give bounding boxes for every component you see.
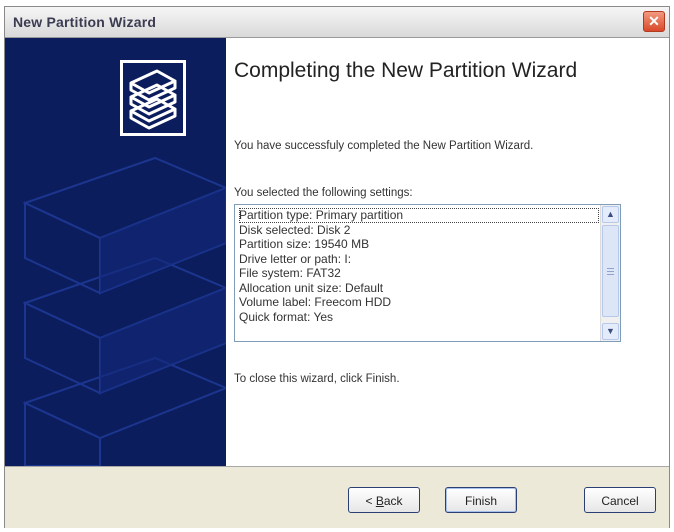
settings-list: Partition type: Primary partition Disk s…: [239, 208, 599, 324]
chevron-up-icon: ▲: [606, 209, 615, 219]
cancel-button[interactable]: Cancel: [584, 487, 656, 513]
grip-line: [607, 268, 614, 269]
grip-line: [607, 274, 614, 275]
vertical-scrollbar[interactable]: ▲ ▼: [600, 205, 620, 341]
scroll-thumb[interactable]: [602, 225, 619, 317]
list-item[interactable]: File system: FAT32: [239, 266, 599, 281]
settings-label: You selected the following settings:: [234, 187, 413, 199]
settings-listbox[interactable]: Partition type: Primary partition Disk s…: [234, 204, 621, 342]
chevron-down-icon: ▼: [606, 326, 615, 336]
page-title: Completing the New Partition Wizard: [234, 59, 578, 82]
list-item[interactable]: Volume label: Freecom HDD: [239, 295, 599, 310]
wizard-logo: [120, 60, 186, 136]
list-item[interactable]: Drive letter or path: I:: [239, 252, 599, 267]
list-item[interactable]: Partition type: Primary partition: [239, 208, 599, 223]
wizard-content: Completing the New Partition Wizard You …: [226, 38, 669, 466]
back-label-rest: ack: [383, 494, 403, 508]
close-icon: ✕: [648, 13, 660, 29]
scroll-down-button[interactable]: ▼: [602, 323, 619, 340]
grip-line: [607, 271, 614, 272]
button-bar: < Back Finish Cancel: [5, 466, 669, 528]
close-button[interactable]: ✕: [643, 11, 665, 32]
back-prefix: <: [365, 494, 376, 508]
wizard-side-panel: [5, 38, 226, 466]
list-item[interactable]: Quick format: Yes: [239, 310, 599, 325]
disk-stack-graphic: [22, 156, 226, 466]
back-button[interactable]: < Back: [348, 487, 420, 513]
finish-button[interactable]: Finish: [445, 487, 517, 513]
list-item[interactable]: Partition size: 19540 MB: [239, 237, 599, 252]
back-access-key: B: [375, 494, 384, 508]
list-item[interactable]: Allocation unit size: Default: [239, 281, 599, 296]
list-item[interactable]: Disk selected: Disk 2: [239, 223, 599, 238]
stacked-disks-icon: [129, 69, 177, 130]
close-instruction: To close this wizard, click Finish.: [234, 373, 400, 385]
scroll-up-button[interactable]: ▲: [602, 206, 619, 223]
success-message: You have successfuly completed the New P…: [234, 140, 534, 152]
wizard-window: New Partition Wizard ✕ Completing the Ne…: [4, 6, 670, 528]
window-title: New Partition Wizard: [13, 14, 157, 30]
title-bar[interactable]: New Partition Wizard ✕: [5, 7, 669, 38]
